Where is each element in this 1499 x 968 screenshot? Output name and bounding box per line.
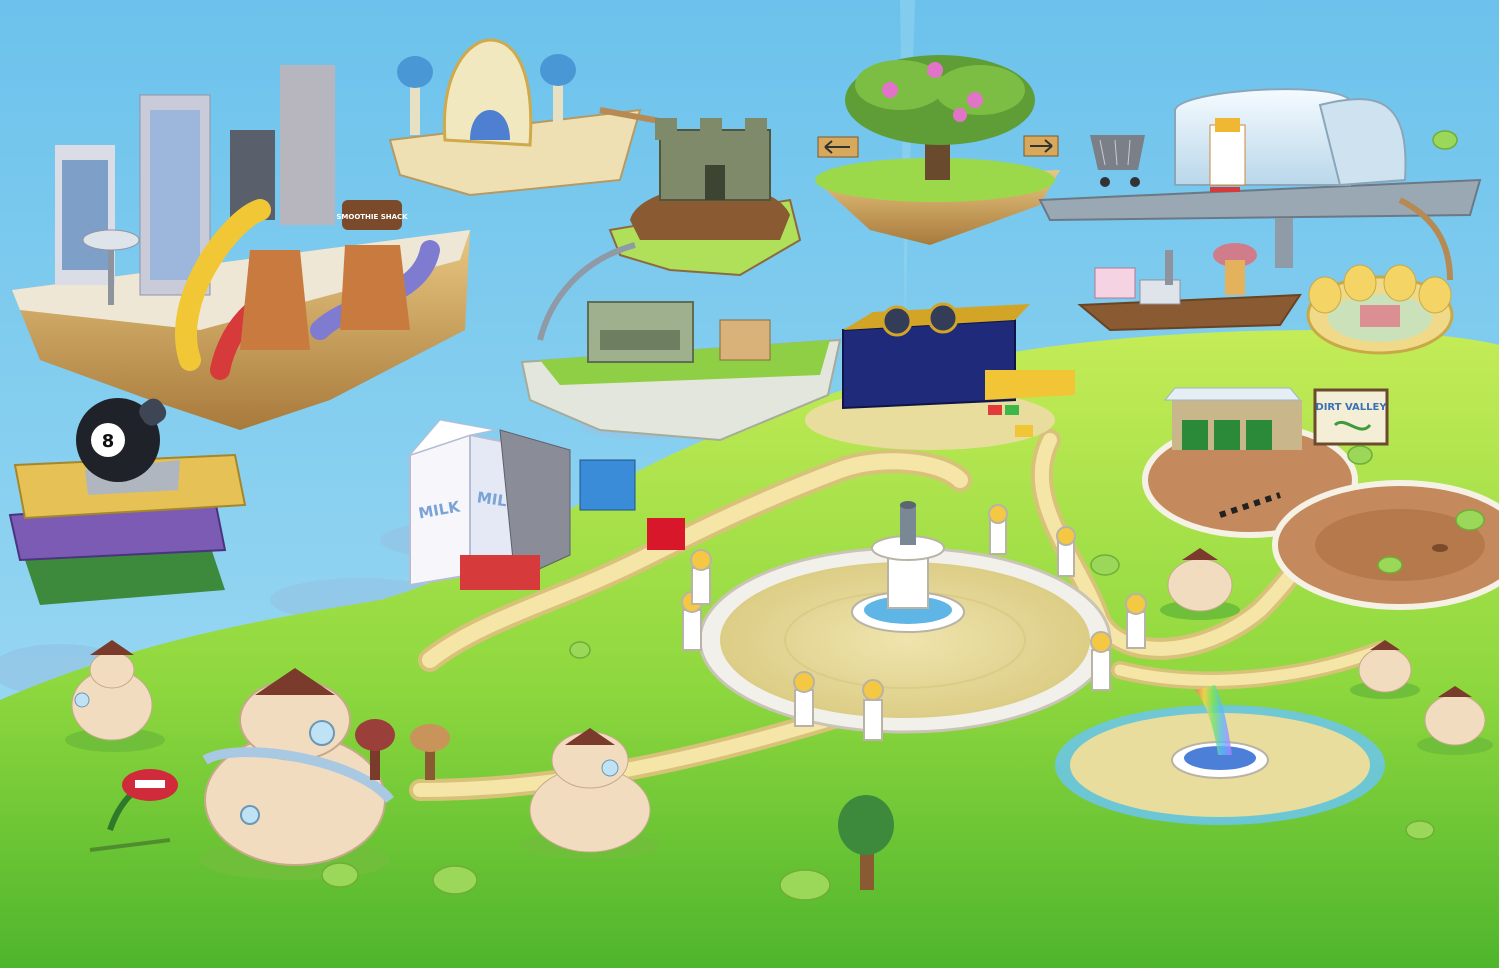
smoothie-shack-sign: SMOOTHIE SHACK (336, 200, 408, 230)
garage-building (1163, 387, 1302, 450)
mall-icon (1174, 88, 1407, 192)
dirt-valley-sign: DIRT VALLEY (1313, 388, 1389, 446)
castle-icon (655, 118, 771, 201)
arrow-left-icon (817, 136, 859, 158)
eight-ball-number: 8 (102, 431, 115, 452)
world-map: DIRT VALLEY SMOOTHIE SHACK MILK MILK 8 (0, 0, 1499, 968)
smoothie-shack-sign-text: SMOOTHIE SHACK (336, 213, 408, 221)
arrow-right-icon (1023, 135, 1059, 157)
arena-icon (1306, 264, 1454, 355)
dirt-valley-sign-text: DIRT VALLEY (1315, 402, 1387, 413)
